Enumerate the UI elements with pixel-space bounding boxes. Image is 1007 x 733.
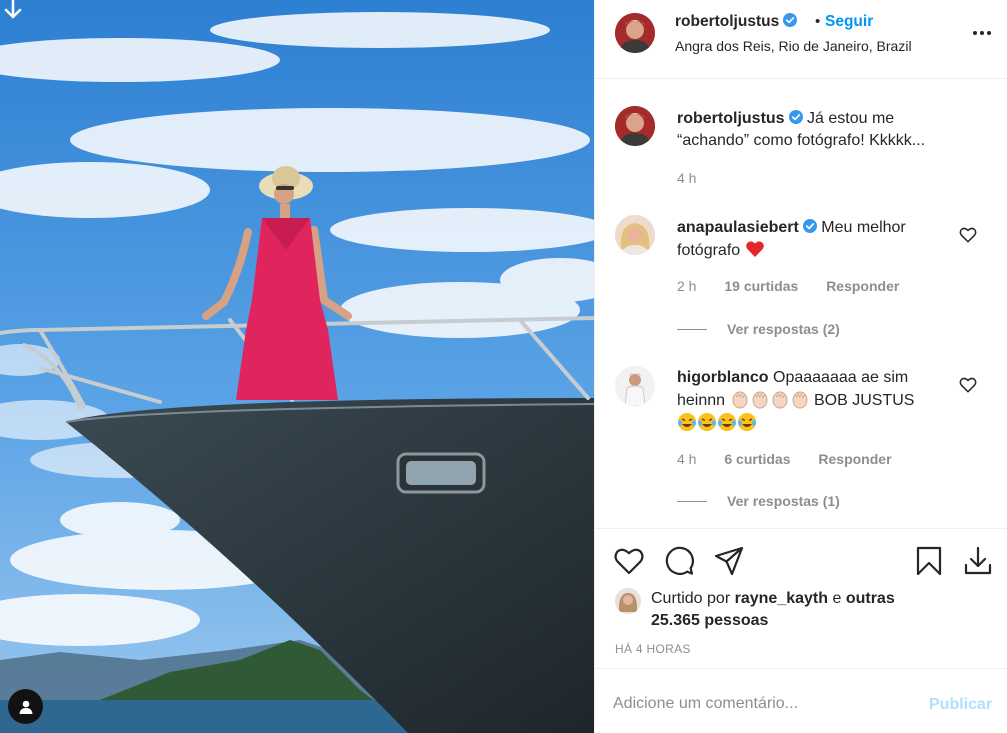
avatar[interactable] xyxy=(615,13,655,53)
share-icon[interactable] xyxy=(713,545,745,577)
caption-time[interactable]: 4 h xyxy=(677,170,696,186)
view-replies-button[interactable]: Ver respostas (1) xyxy=(677,493,840,509)
heart-icon[interactable] xyxy=(613,545,645,577)
laughing-tears-emoji-icon xyxy=(738,413,756,431)
liked-by-text: Curtido por rayne_kayth e outras 25.365 … xyxy=(651,588,911,632)
user-tag-button[interactable] xyxy=(8,689,43,724)
laughing-tears-emoji-icon xyxy=(678,413,696,431)
follow-button[interactable]: Seguir xyxy=(825,13,873,31)
liked-by-avatar[interactable] xyxy=(615,588,641,614)
liked-by-user[interactable]: rayne_kayth xyxy=(735,590,828,607)
avatar-image xyxy=(615,13,655,53)
post-actions-bar xyxy=(595,530,1007,590)
post-details-panel: robertoljustus • Seguir Angra dos Reis, … xyxy=(594,0,1007,733)
view-replies-button[interactable]: Ver respostas (2) xyxy=(677,321,840,337)
view-replies-line xyxy=(677,500,707,502)
verified-badge-icon xyxy=(802,219,817,233)
view-replies-label[interactable]: Ver respostas (2) xyxy=(727,321,840,337)
comment-like-heart-icon[interactable] xyxy=(959,226,977,244)
comment-avatar[interactable] xyxy=(615,215,655,255)
view-replies-label[interactable]: Ver respostas (1) xyxy=(727,493,840,509)
comments-list[interactable]: robertoljustus Já estou me “achando” com… xyxy=(595,80,1007,529)
clapping-hands-emoji-icon xyxy=(752,391,767,409)
verified-badge-icon xyxy=(783,13,798,27)
caption-meta: 4 h xyxy=(677,170,720,186)
reply-button[interactable]: Responder xyxy=(826,278,899,294)
bookmark-icon[interactable] xyxy=(913,545,945,577)
post-timestamp[interactable]: HÁ 4 HORAS xyxy=(615,642,691,656)
more-options-icon[interactable] xyxy=(971,25,993,41)
comment-username[interactable]: higorblanco xyxy=(677,369,769,386)
add-comment-bar: Publicar xyxy=(595,668,1007,733)
liked-by-prefix: Curtido por xyxy=(651,590,731,607)
comment-avatar-image xyxy=(615,366,655,406)
header-username-text[interactable]: robertoljustus xyxy=(675,13,779,30)
yacht-photo xyxy=(0,0,594,733)
comment-likes-count[interactable]: 6 curtidas xyxy=(724,451,790,467)
clapping-hands-emoji-icon xyxy=(732,391,747,409)
clapping-hands-emoji-icon xyxy=(772,391,787,409)
download-icon[interactable] xyxy=(962,545,994,577)
red-heart-emoji-icon xyxy=(745,241,764,257)
comment-time[interactable]: 4 h xyxy=(677,451,696,467)
caption: robertoljustus Já estou me “achando” com… xyxy=(677,108,947,152)
liked-by-conjunction: e xyxy=(832,590,842,607)
clapping-hands-emoji-icon xyxy=(792,391,807,409)
comment-likes-count[interactable]: 19 curtidas xyxy=(724,278,798,294)
liked-by-avatar-image xyxy=(615,588,641,614)
reply-button[interactable]: Responder xyxy=(818,451,891,467)
view-replies-line xyxy=(677,328,707,330)
location-link[interactable]: Angra dos Reis, Rio de Janeiro, Brazil xyxy=(675,38,912,54)
comment-item: higorblanco Opaaaaaaa ae sim heinnn BOB … xyxy=(677,367,947,435)
laughing-tears-emoji-icon xyxy=(698,413,716,431)
comment-meta: 4 h 6 curtidas Responder xyxy=(677,451,916,467)
caption-avatar[interactable] xyxy=(615,106,655,146)
comment-username[interactable]: anapaulasiebert xyxy=(677,219,799,236)
comment-input[interactable] xyxy=(613,689,913,719)
comment-time[interactable]: 2 h xyxy=(677,278,696,294)
laughing-tears-emoji-icon xyxy=(718,413,736,431)
comment-meta: 2 h 19 curtidas Responder xyxy=(677,278,923,294)
post-header: robertoljustus • Seguir Angra dos Reis, … xyxy=(595,0,1007,79)
comment-like-heart-icon[interactable] xyxy=(959,376,977,394)
comment-icon[interactable] xyxy=(663,545,695,577)
verified-badge-icon xyxy=(788,110,803,124)
comment-avatar-image xyxy=(615,215,655,255)
header-username[interactable]: robertoljustus xyxy=(675,13,798,31)
caption-username[interactable]: robertoljustus xyxy=(677,110,785,127)
caption-avatar-image xyxy=(615,106,655,146)
publish-button[interactable]: Publicar xyxy=(929,696,992,714)
post-photo[interactable] xyxy=(0,0,594,733)
comment-item: anapaulasiebert Meu melhor fotógrafo xyxy=(677,217,947,262)
comment-text-2: BOB JUSTUS xyxy=(813,392,915,409)
arrow-down-icon[interactable] xyxy=(2,0,24,22)
user-tag-icon xyxy=(19,700,32,714)
header-separator: • xyxy=(815,13,821,30)
comment-avatar[interactable] xyxy=(615,366,655,406)
